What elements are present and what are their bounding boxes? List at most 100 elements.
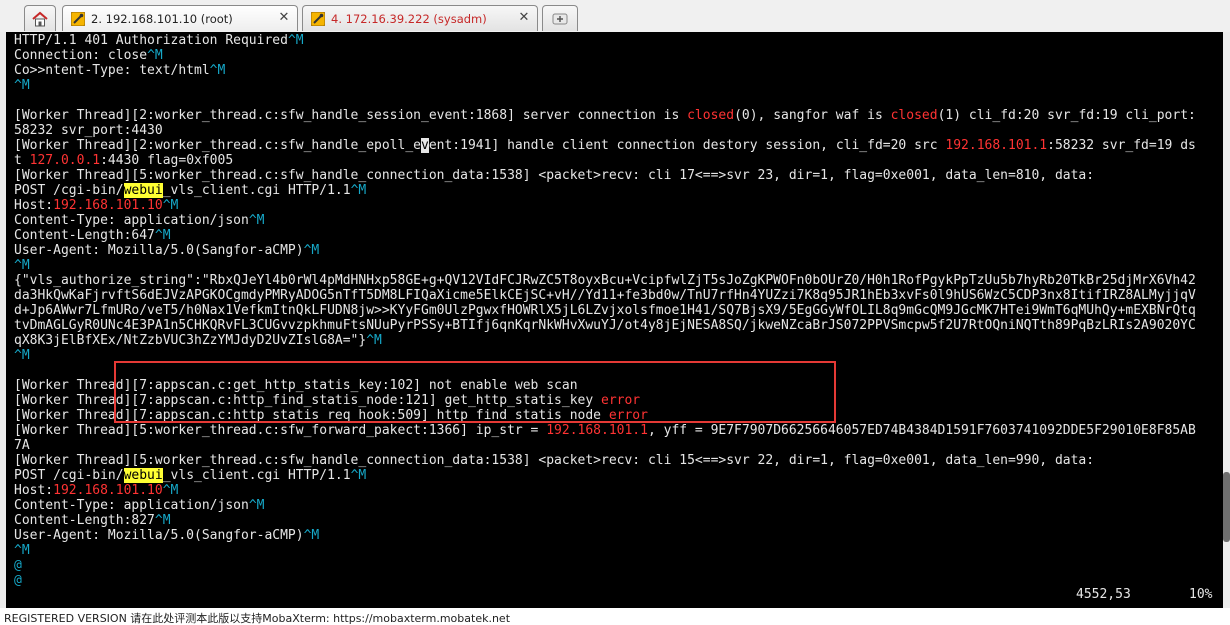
terminal-line: Content-Type: application/json^M [14,213,1196,228]
terminal-text: {"vls_authorize_string":"RbxQJeYl4b0rWl4… [14,273,1196,288]
terminal-text: Host: [14,198,54,213]
terminal-text: tvDmAGLGyR0UNc4E3PA1n5CHKQRvFL3CUGvvzpkh… [14,318,1196,333]
terminal-line: Connection: close^M [14,48,1196,63]
terminal-text: ^M [350,183,367,198]
terminal-text: Content-Length:827 [14,513,155,528]
terminal-text: Content-Type: application/json [14,498,249,513]
new-tab-button[interactable] [542,5,578,31]
terminal-text: 192.168.101.10 [53,198,163,213]
tab-session-root[interactable]: 2. 192.168.101.10 (root) ✕ [62,5,298,31]
annotation-red-box [114,361,836,423]
terminal-text: ^M [14,348,30,363]
terminal-text: Co>>ntent-Type: text/html [14,63,210,78]
scrollbar-thumb[interactable] [1223,472,1230,542]
terminal-text: User-Agent: Mozilla/5.0(Sangfor-aCMP) [14,528,304,543]
terminal-text: (0), sangfor waf is [734,108,891,123]
tab-session-sysadm[interactable]: 4. 172.16.39.222 (sysadm) ✕ [302,5,538,31]
terminal-line: Content-Type: application/json^M [14,498,1196,513]
terminal-text: ^M [366,333,382,348]
terminal-line: qX8K3jElBfXEx/NtZzbVUC3hZzYMJdyD2UvZIslG… [14,333,1196,348]
terminal-text: ^M [248,498,265,513]
terminal-text: ^M [14,258,30,273]
terminal-text: (1) cli_fd:20 svr_fd:19 cli_port: [937,108,1196,123]
terminal-text: 192.168.101.1 [945,138,1048,153]
terminal-text: ^M [147,48,163,63]
terminal-text: [Worker Thread][5:worker_thread.c:sfw_ha… [14,168,1095,183]
terminal-line: t 127.0.0.1:4430 flag=0xf005 [14,153,1196,168]
terminal-text: POST /cgi-bin/ [14,183,124,198]
terminal-text: ^M [287,33,304,48]
terminal-text: HTTP/1.1 401 Authorization Required [14,33,288,48]
terminal-line: {"vls_authorize_string":"RbxQJeYl4b0rWl4… [14,273,1196,288]
terminal-line: POST /cgi-bin/webui_vls_client.cgi HTTP/… [14,468,1196,483]
terminal-text: 192.168.101.1 [546,423,648,438]
terminal-line: [Worker Thread][2:worker_thread.c:sfw_ha… [14,108,1196,123]
terminal-text: @ [14,573,22,588]
terminal-line: d+Jp6AWwr7LfmURo/veT5/h0Nax1VefkmItnQkLF… [14,303,1196,318]
terminal-text: , yff = 9E7F7907D66256646057ED74B4384D15… [647,423,1196,438]
terminal-line: Content-Length:827^M [14,513,1196,528]
terminal-text: :58232 svr_fd=19 ds [1047,138,1196,153]
search-highlight: webui [123,468,163,483]
close-icon[interactable]: ✕ [277,11,291,25]
terminal-text: 192.168.101.10 [53,483,163,498]
terminal-line: [Worker Thread][5:worker_thread.c:sfw_ha… [14,453,1196,468]
terminal-text: ^M [154,228,171,243]
terminal-text: _vls_client.cgi HTTP/1.1 [162,468,351,483]
terminal-session-icon [70,11,86,26]
terminal-text: [Worker Thread][5:worker_thread.c:sfw_ha… [14,453,1095,468]
terminal-text: POST /cgi-bin/ [14,468,124,483]
tab-title: 2. 192.168.101.10 (root) [91,11,233,26]
terminal-line: [Worker Thread][5:worker_thread.c:sfw_fo… [14,423,1196,438]
terminal-text: ^M [248,213,265,228]
terminal-text: 58232 svr_port:4430 [14,123,163,138]
terminal-line: User-Agent: Mozilla/5.0(Sangfor-aCMP)^M [14,243,1196,258]
terminal-line: User-Agent: Mozilla/5.0(Sangfor-aCMP)^M [14,528,1196,543]
terminal-text: ^M [162,198,179,213]
terminal-text: Connection: close [14,48,148,63]
terminal-line: Content-Length:647^M [14,228,1196,243]
terminal-line: Host:192.168.101.10^M [14,483,1196,498]
terminal-text: ^M [14,543,30,558]
terminal-text: [Worker Thread][2:worker_thread.c:sfw_ha… [14,108,688,123]
terminal-text: da3HkQwKaFjrvftS6dEJVzAPGKOCgmdyPMRyADOG… [14,288,1196,303]
close-icon[interactable]: ✕ [517,11,531,25]
terminal-text: closed [890,108,938,123]
terminal-line: [Worker Thread][5:worker_thread.c:sfw_ha… [14,168,1196,183]
terminal-text: Content-Type: application/json [14,213,249,228]
terminal-text: ^M [303,528,320,543]
terminal-text: 127.0.0.1 [29,153,101,168]
tab-title: 4. 172.16.39.222 (sysadm) [331,11,487,26]
terminal-text: Content-Length:647 [14,228,155,243]
terminal-text: ^M [162,483,179,498]
terminal-line: @ [14,573,1196,588]
status-bar: REGISTERED VERSION 请在此处评测本此版以支持MobaXterm… [0,608,1230,625]
terminal-pane[interactable]: HTTP/1.1 401 Authorization Required^M Con… [6,32,1223,608]
terminal-line: ^M [14,258,1196,273]
text-cursor: v [421,138,429,153]
terminal-text: Host: [14,483,54,498]
terminal-line: ^M [14,78,1196,93]
terminal-text: d+Jp6AWwr7LfmURo/veT5/h0Nax1VefkmItnQkLF… [14,303,1196,318]
terminal-text: ^M [154,513,171,528]
terminal-text: @ [14,558,22,573]
terminal-text: closed [687,108,735,123]
terminal-text: ^M [350,468,367,483]
terminal-text: t [14,153,30,168]
scrollbar[interactable] [1223,32,1230,608]
terminal-line: 7A [14,438,1196,453]
terminal-text: 7A [14,438,30,453]
registration-notice: REGISTERED VERSION 请在此处评测本此版以支持MobaXterm… [4,612,511,625]
plus-icon [552,13,568,24]
home-tab[interactable] [24,5,56,31]
terminal-text: [Worker Thread][2:worker_thread.c:sfw_ha… [14,138,421,153]
home-icon [32,11,48,26]
search-highlight: webui [123,183,163,198]
terminal-text: User-Agent: Mozilla/5.0(Sangfor-aCMP) [14,243,304,258]
terminal-text: :4430 flag=0xf005 [100,153,234,168]
terminal-text: ^M [303,243,320,258]
terminal-session-icon [310,11,326,26]
terminal-line: POST /cgi-bin/webui_vls_client.cgi HTTP/… [14,183,1196,198]
terminal-line: [Worker Thread][2:worker_thread.c:sfw_ha… [14,138,1196,153]
